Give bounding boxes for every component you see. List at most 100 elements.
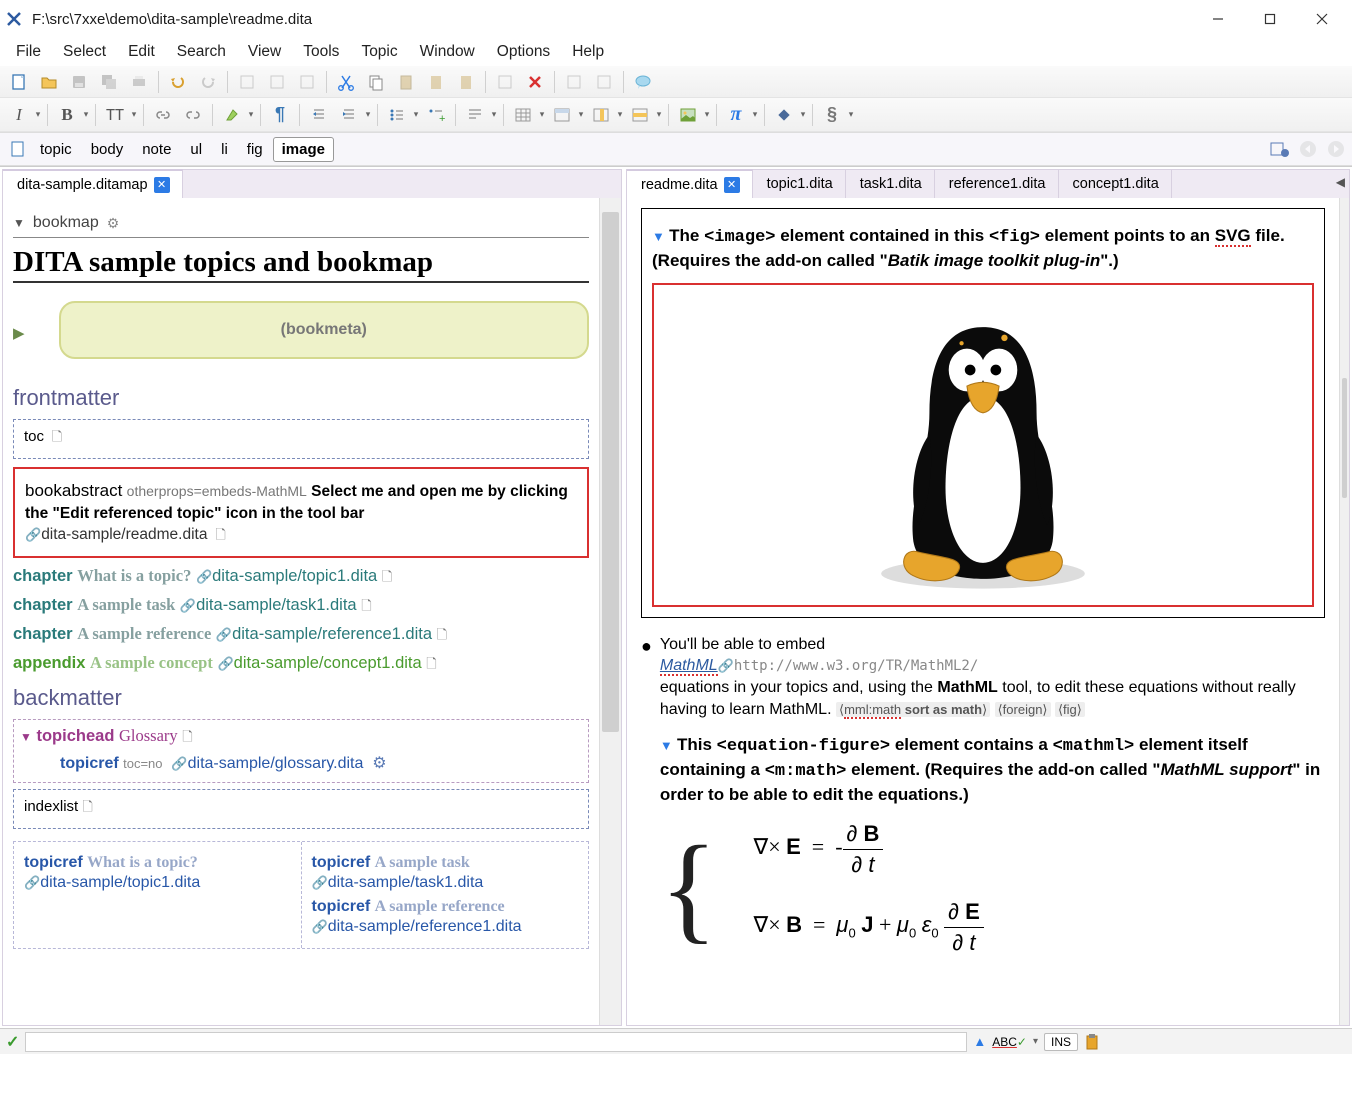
pilcrow-icon[interactable]: ¶ (266, 102, 294, 128)
tag-fig[interactable]: ⟨fig⟩ (1055, 702, 1085, 717)
equation-block[interactable]: { ∇× E = -∂ B∂ t ∇× B = μ0 J + μ0 ε0 ∂ E… (660, 813, 1325, 964)
section-icon[interactable]: § (818, 102, 846, 128)
tag-foreign[interactable]: ⟨foreign⟩ (995, 702, 1051, 717)
redo-icon[interactable] (194, 69, 222, 95)
hl-drop[interactable]: ▾ (246, 109, 256, 120)
open-icon[interactable] (35, 69, 63, 95)
teletype-icon[interactable]: TT (101, 102, 129, 128)
action-4-icon[interactable] (491, 69, 519, 95)
tag-mmlmath[interactable]: ⟨mml:math sort as math⟩ (836, 702, 990, 717)
link2-icon[interactable] (179, 102, 207, 128)
fig-box[interactable]: ▼ The <image> element contained in this … (641, 208, 1325, 618)
action-5-icon[interactable] (560, 69, 588, 95)
ul-drop[interactable]: ▾ (411, 109, 421, 120)
menu-tools[interactable]: Tools (293, 40, 349, 64)
collapse-icon[interactable]: ▼ (652, 229, 665, 244)
table4-icon[interactable] (626, 102, 654, 128)
tab-topic1[interactable]: topic1.dita (753, 170, 846, 198)
italic-icon[interactable]: I (5, 102, 33, 128)
menu-file[interactable]: File (6, 40, 51, 64)
copy-icon[interactable] (362, 69, 390, 95)
topichead-box[interactable]: ▼ topichead Glossary 🗋 topicref toc=no 🔗… (13, 719, 589, 783)
list-ul-icon[interactable] (383, 102, 411, 128)
bc-li[interactable]: li (212, 137, 237, 162)
action-3-icon[interactable] (293, 69, 321, 95)
topicref-glossary[interactable]: topicref toc=no 🔗dita-sample/glossary.di… (20, 750, 582, 776)
t4-drop[interactable]: ▾ (654, 109, 664, 120)
bc-topic[interactable]: topic (31, 137, 81, 162)
highlight-icon[interactable] (218, 102, 246, 128)
menu-options[interactable]: Options (487, 40, 560, 64)
reltable-col2[interactable]: topicref A sample task 🔗dita-sample/task… (302, 842, 589, 948)
italic-drop[interactable]: ▾ (33, 109, 43, 120)
delete-icon[interactable] (521, 69, 549, 95)
image-frame[interactable] (652, 283, 1314, 607)
indent-icon[interactable] (335, 102, 363, 128)
paste-icon[interactable] (392, 69, 420, 95)
ins-indicator[interactable]: INS (1044, 1033, 1078, 1051)
tab-concept1[interactable]: concept1.dita (1059, 170, 1172, 198)
print-icon[interactable] (125, 69, 153, 95)
status-drop[interactable]: ▾ (1033, 1036, 1038, 1047)
tab-close-icon[interactable]: ✕ (724, 177, 740, 193)
reltable-col1[interactable]: topicref What is a topic? 🔗dita-sample/t… (14, 842, 302, 948)
tab-ditamap[interactable]: dita-sample.ditamap ✕ (3, 169, 183, 198)
saveall-icon[interactable] (95, 69, 123, 95)
status-up-icon[interactable]: ▲ (973, 1034, 986, 1049)
mathml-link[interactable]: MathML (660, 657, 718, 676)
collapse-icon[interactable]: ▼ (20, 730, 32, 744)
action-1-icon[interactable] (233, 69, 261, 95)
chapter-2[interactable]: chapter A sample task 🔗dita-sample/task1… (13, 595, 589, 619)
menu-topic[interactable]: Topic (351, 40, 407, 64)
bc-body[interactable]: body (82, 137, 133, 162)
toc-box[interactable]: toc 🗋 (13, 419, 589, 459)
bc-image[interactable]: image (273, 137, 334, 162)
d-drop[interactable]: ▾ (798, 109, 808, 120)
cut-icon[interactable] (332, 69, 360, 95)
table3-icon[interactable] (587, 102, 615, 128)
comment-icon[interactable] (629, 69, 657, 95)
pi-drop[interactable]: ▾ (750, 109, 760, 120)
t-drop[interactable]: ▾ (537, 109, 547, 120)
bc-doc-icon[interactable] (6, 137, 30, 161)
new-icon[interactable] (5, 69, 33, 95)
bc-ul[interactable]: ul (181, 137, 211, 162)
paste-before-icon[interactable] (422, 69, 450, 95)
menu-select[interactable]: Select (53, 40, 116, 64)
s-drop[interactable]: ▾ (846, 109, 856, 120)
expand-icon[interactable]: ▶ (13, 324, 25, 342)
close-button[interactable] (1296, 2, 1348, 36)
chapter-1[interactable]: chapter What is a topic? 🔗dita-sample/to… (13, 566, 589, 590)
minimize-button[interactable] (1192, 2, 1244, 36)
doc-title[interactable]: DITA sample topics and bookmap (13, 246, 589, 283)
bookabstract-box[interactable]: bookabstract otherprops=embeds-MathML Se… (13, 467, 589, 558)
left-editor[interactable]: ▼ bookmap ⚙ DITA sample topics and bookm… (3, 198, 621, 1025)
maximize-button[interactable] (1244, 2, 1296, 36)
chapter-3[interactable]: chapter A sample reference 🔗dita-sample/… (13, 624, 589, 648)
menu-view[interactable]: View (238, 40, 291, 64)
pi-icon[interactable]: π (722, 102, 750, 128)
fmt-drop[interactable]: ▾ (489, 109, 499, 120)
paste-after-icon[interactable] (452, 69, 480, 95)
bookmap-row[interactable]: ▼ bookmap ⚙ (13, 212, 589, 234)
undo-icon[interactable] (164, 69, 192, 95)
nav-back-icon[interactable] (1298, 139, 1318, 159)
table-icon[interactable] (509, 102, 537, 128)
list-add-icon[interactable]: + (422, 102, 450, 128)
nav-fwd-icon[interactable] (1326, 139, 1346, 159)
clipboard-icon[interactable] (1084, 1033, 1100, 1051)
collapse-icon[interactable]: ▼ (13, 216, 25, 230)
status-field[interactable] (25, 1032, 967, 1052)
bc-fig[interactable]: fig (238, 137, 272, 162)
action-6-icon[interactable] (590, 69, 618, 95)
tt-drop[interactable]: ▾ (129, 109, 139, 120)
right-editor[interactable]: ▼ The <image> element contained in this … (627, 198, 1349, 1025)
indent-drop[interactable]: ▾ (363, 109, 373, 120)
menu-search[interactable]: Search (167, 40, 236, 64)
spellcheck-icon[interactable]: ABC✓ (992, 1035, 1027, 1049)
save-icon[interactable] (65, 69, 93, 95)
action-2-icon[interactable] (263, 69, 291, 95)
appendix-1[interactable]: appendix A sample concept 🔗dita-sample/c… (13, 653, 589, 677)
tab-reference1[interactable]: reference1.dita (935, 170, 1059, 198)
indexlist-box[interactable]: indexlist 🗋 (13, 789, 589, 829)
